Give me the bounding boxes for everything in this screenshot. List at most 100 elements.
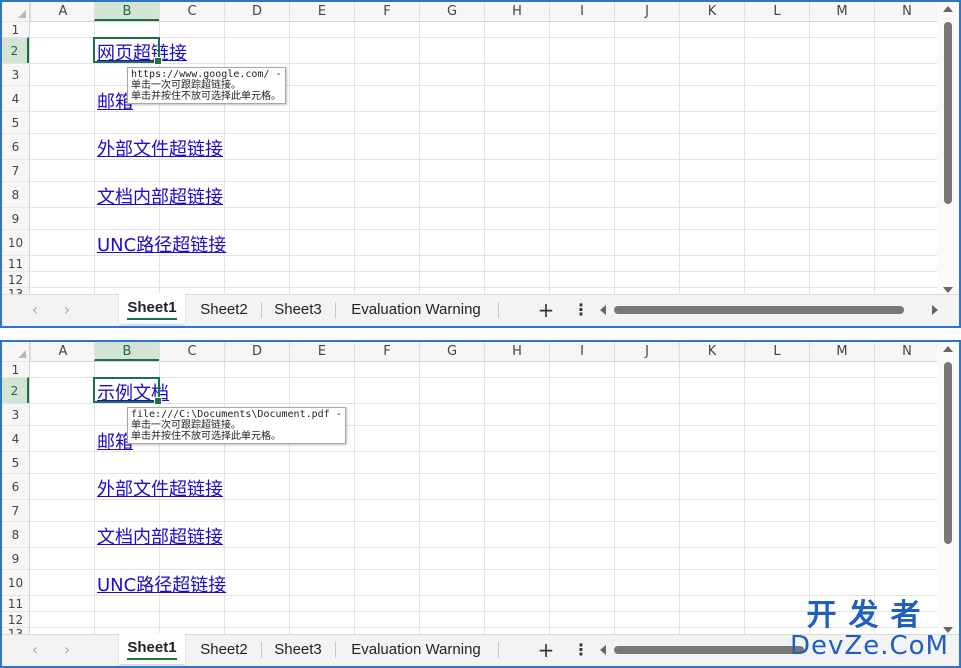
site-watermark: 开发者 DevZe.CoM xyxy=(790,600,949,661)
tab-separator xyxy=(498,642,499,658)
vertical-scrollbar[interactable] xyxy=(937,2,959,297)
column-header-h[interactable]: H xyxy=(484,2,549,21)
scroll-up-arrow-icon[interactable] xyxy=(943,346,953,352)
column-header-d[interactable]: D xyxy=(224,342,289,361)
horizontal-scrollbar[interactable] xyxy=(600,642,810,658)
column-header-c[interactable]: C xyxy=(159,342,224,361)
horizontal-scroll-thumb[interactable] xyxy=(614,646,804,654)
row-header-10[interactable]: 10 xyxy=(2,229,29,255)
row-header-12[interactable]: 12 xyxy=(2,611,29,627)
add-sheet-plus-icon[interactable]: + xyxy=(534,637,558,663)
column-header-f[interactable]: F xyxy=(354,342,419,361)
horizontal-scrollbar[interactable] xyxy=(600,302,938,318)
tab-evaluation-warning[interactable]: Evaluation Warning xyxy=(342,635,490,664)
selected-cell-outline xyxy=(93,37,162,65)
more-options-icon[interactable]: ⋮ xyxy=(573,637,589,663)
column-header-g[interactable]: G xyxy=(419,342,484,361)
column-header-m[interactable]: M xyxy=(809,2,874,21)
row-header-9[interactable]: 9 xyxy=(2,547,29,569)
scroll-left-arrow-icon[interactable] xyxy=(600,305,606,315)
scroll-up-arrow-icon[interactable] xyxy=(943,6,953,12)
tab-evaluation-warning[interactable]: Evaluation Warning xyxy=(342,295,490,324)
column-header-d[interactable]: D xyxy=(224,2,289,21)
column-header-n[interactable]: N xyxy=(874,2,939,21)
tab-sheet3[interactable]: Sheet3 xyxy=(266,295,330,324)
select-all-corner[interactable] xyxy=(2,2,30,21)
watermark-latin-text: DevZe.CoM xyxy=(790,631,949,661)
row-header-1[interactable]: 1 xyxy=(2,21,29,37)
row-header-4[interactable]: 4 xyxy=(2,425,29,451)
vertical-scrollbar[interactable] xyxy=(937,342,959,637)
tab-separator xyxy=(261,642,262,658)
scroll-down-arrow-icon[interactable] xyxy=(943,287,953,293)
more-options-icon[interactable]: ⋮ xyxy=(573,297,589,323)
column-header-e[interactable]: E xyxy=(289,2,354,21)
column-header-l[interactable]: L xyxy=(744,342,809,361)
row-header-10[interactable]: 10 xyxy=(2,569,29,595)
row-header-9[interactable]: 9 xyxy=(2,207,29,229)
column-header-m[interactable]: M xyxy=(809,342,874,361)
tab-sheet1[interactable]: Sheet1 xyxy=(119,293,185,324)
hyperlink-cell-b6[interactable]: 外部文件超链接 xyxy=(97,475,223,501)
row-header-5[interactable]: 5 xyxy=(2,451,29,473)
column-header-k[interactable]: K xyxy=(679,2,744,21)
row-header-3[interactable]: 3 xyxy=(2,403,29,425)
tab-sheet2[interactable]: Sheet2 xyxy=(192,295,256,324)
row-header-2[interactable]: 2 xyxy=(2,37,29,63)
row-header-3[interactable]: 3 xyxy=(2,63,29,85)
column-header-a[interactable]: A xyxy=(30,2,95,21)
prev-sheet-chevron-icon[interactable]: ‹ xyxy=(26,640,44,660)
column-header-j[interactable]: J xyxy=(614,2,679,21)
column-header-h[interactable]: H xyxy=(484,342,549,361)
active-tab-underline xyxy=(127,318,177,320)
prev-sheet-chevron-icon[interactable]: ‹ xyxy=(26,300,44,320)
hyperlink-cell-b6[interactable]: 外部文件超链接 xyxy=(97,135,223,161)
tooltip-url: https://www.google.com/ - xyxy=(131,69,282,80)
column-header-a[interactable]: A xyxy=(30,342,95,361)
next-sheet-chevron-icon[interactable]: › xyxy=(58,300,76,320)
row-header-1[interactable]: 1 xyxy=(2,361,29,377)
row-header-8[interactable]: 8 xyxy=(2,521,29,547)
tab-sheet1[interactable]: Sheet1 xyxy=(119,633,185,664)
scroll-left-arrow-icon[interactable] xyxy=(600,645,606,655)
hyperlink-cell-b10[interactable]: UNC路径超链接 xyxy=(97,231,226,257)
column-header-e[interactable]: E xyxy=(289,342,354,361)
hyperlink-cell-b10[interactable]: UNC路径超链接 xyxy=(97,571,226,597)
tooltip-hint-hold: 单击并按住不放可选择此单元格。 xyxy=(131,431,281,442)
row-header-8[interactable]: 8 xyxy=(2,181,29,207)
row-header-11[interactable]: 11 xyxy=(2,255,29,271)
row-header-7[interactable]: 7 xyxy=(2,159,29,181)
hyperlink-cell-b8[interactable]: 文档内部超链接 xyxy=(97,183,223,209)
column-header-g[interactable]: G xyxy=(419,2,484,21)
column-header-c[interactable]: C xyxy=(159,2,224,21)
row-header-2[interactable]: 2 xyxy=(2,377,29,403)
select-all-corner[interactable] xyxy=(2,342,30,361)
row-header-4[interactable]: 4 xyxy=(2,85,29,111)
column-header-j[interactable]: J xyxy=(614,342,679,361)
column-header-k[interactable]: K xyxy=(679,342,744,361)
row-header-5[interactable]: 5 xyxy=(2,111,29,133)
tab-sheet3[interactable]: Sheet3 xyxy=(266,635,330,664)
add-sheet-plus-icon[interactable]: + xyxy=(534,297,558,323)
next-sheet-chevron-icon[interactable]: › xyxy=(58,640,76,660)
scroll-right-arrow-icon[interactable] xyxy=(932,305,938,315)
column-header-l[interactable]: L xyxy=(744,2,809,21)
row-header-12[interactable]: 12 xyxy=(2,271,29,287)
row-header-7[interactable]: 7 xyxy=(2,499,29,521)
horizontal-scroll-thumb[interactable] xyxy=(614,306,904,314)
row-header-6[interactable]: 6 xyxy=(2,473,29,499)
hyperlink-cell-b8[interactable]: 文档内部超链接 xyxy=(97,523,223,549)
column-header-b[interactable]: B xyxy=(94,2,159,21)
row-header-11[interactable]: 11 xyxy=(2,595,29,611)
column-header-i[interactable]: I xyxy=(549,2,614,21)
tab-separator xyxy=(498,302,499,318)
tab-sheet2[interactable]: Sheet2 xyxy=(192,635,256,664)
vertical-scroll-thumb[interactable] xyxy=(944,22,952,204)
tab-separator xyxy=(261,302,262,318)
column-header-i[interactable]: I xyxy=(549,342,614,361)
column-header-b[interactable]: B xyxy=(94,342,159,361)
column-header-f[interactable]: F xyxy=(354,2,419,21)
column-header-n[interactable]: N xyxy=(874,342,939,361)
vertical-scroll-thumb[interactable] xyxy=(944,362,952,544)
row-header-6[interactable]: 6 xyxy=(2,133,29,159)
